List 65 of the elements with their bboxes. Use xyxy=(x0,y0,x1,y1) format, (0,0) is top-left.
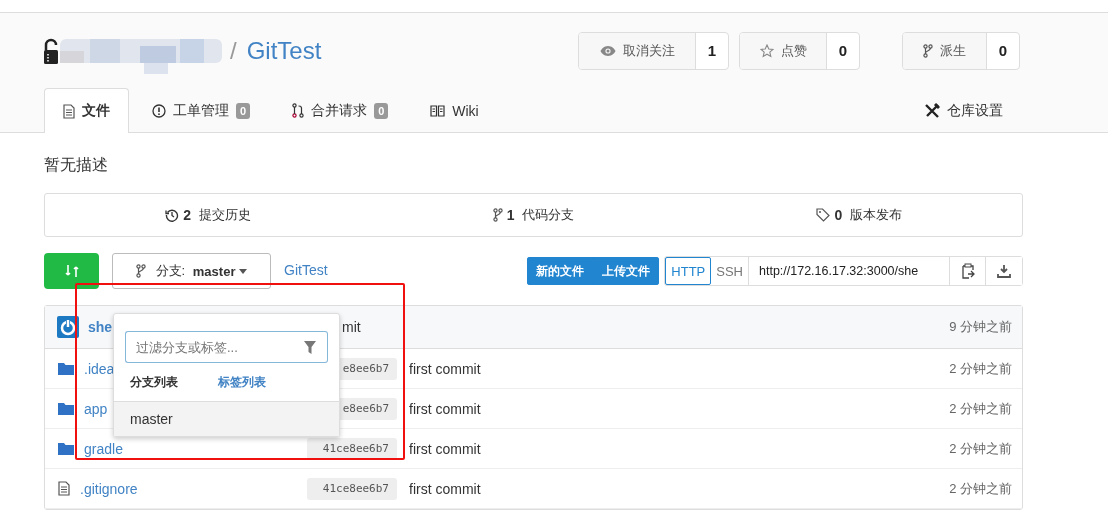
count-link[interactable]: 0 xyxy=(827,32,859,69)
commit-message: first commit xyxy=(409,480,481,497)
count-badge: 0 xyxy=(374,102,389,119)
star-icon xyxy=(759,43,774,58)
commit-time: 2 分钟之前 xyxy=(949,439,1012,458)
count-link[interactable]: 0 xyxy=(987,32,1019,69)
pull-request-icon xyxy=(292,103,305,118)
commit-time: 2 分钟之前 xyxy=(949,359,1012,378)
watch-button[interactable]: 取消关注 xyxy=(579,32,696,69)
repo-tab[interactable]: 文件 xyxy=(44,88,129,133)
dropdown-tab[interactable]: 分支列表 xyxy=(130,373,178,391)
branch-icon xyxy=(923,43,933,58)
issue-icon xyxy=(152,103,166,118)
lock-icon xyxy=(44,37,58,64)
eye-icon xyxy=(599,44,616,57)
tools-icon xyxy=(924,102,940,119)
count-link[interactable]: 1 xyxy=(696,32,728,69)
path-separator: / xyxy=(230,36,237,65)
file-icon xyxy=(58,481,70,496)
commit-sha-link[interactable]: 41ce8ee6b7 xyxy=(307,437,397,460)
protocol-button[interactable]: HTTP xyxy=(665,257,712,285)
commit-sha-link[interactable]: 41ce8ee6b7 xyxy=(307,477,397,500)
commit-time: 9 分钟之前 xyxy=(949,318,1012,336)
file-name-link[interactable]: app xyxy=(84,400,108,417)
branch-item[interactable]: master xyxy=(114,402,339,436)
folder-icon xyxy=(58,402,74,415)
branch-icon xyxy=(135,264,146,278)
settings-tab[interactable]: 仓库设置 xyxy=(905,88,1022,132)
repo-name-link[interactable]: GitTest xyxy=(246,36,322,65)
caret-icon xyxy=(239,268,248,274)
file-name-link[interactable]: gradle xyxy=(84,440,123,457)
book-icon xyxy=(430,104,446,117)
branch-select-button[interactable]: 分支: master xyxy=(112,253,271,289)
history-icon xyxy=(165,208,180,222)
stat-link[interactable]: 2 提交历史 xyxy=(45,206,371,224)
star-button[interactable]: 点赞 xyxy=(740,32,827,69)
commit-time: 2 分钟之前 xyxy=(949,399,1012,418)
file-name-link[interactable]: .gitignore xyxy=(80,480,138,497)
file-name-link[interactable]: .idea xyxy=(84,360,115,377)
folder-icon xyxy=(58,362,74,375)
commit-time: 2 分钟之前 xyxy=(949,479,1012,498)
file-icon xyxy=(63,103,75,119)
commit-message: mit xyxy=(342,319,361,335)
avatar-icon xyxy=(57,316,79,338)
compare-button[interactable] xyxy=(44,253,99,289)
fork-button[interactable]: 派生 xyxy=(903,32,987,69)
repo-tab[interactable]: 工单管理 0 xyxy=(133,88,270,132)
stat-link[interactable]: 0 版本发布 xyxy=(696,206,1022,224)
download-icon xyxy=(997,264,1011,278)
branch-icon xyxy=(492,208,503,222)
dropdown-tab[interactable]: 标签列表 xyxy=(218,373,266,391)
folder-icon xyxy=(58,442,74,455)
commit-message: first commit xyxy=(409,360,481,377)
stat-link[interactable]: 1 代码分支 xyxy=(370,206,697,224)
repo-tab[interactable]: Wiki xyxy=(411,88,498,132)
tag-icon xyxy=(816,208,831,222)
count-badge: 0 xyxy=(236,102,251,119)
commit-message: first commit xyxy=(409,400,481,417)
repo-path-link[interactable]: GitTest xyxy=(284,262,328,278)
compare-icon xyxy=(64,263,79,279)
repo-description: 暂无描述 xyxy=(44,155,109,175)
clipboard-icon xyxy=(960,263,975,279)
repo-tab[interactable]: 合并请求 0 xyxy=(273,88,408,132)
commit-message: first commit xyxy=(409,440,481,457)
commit-author-link[interactable]: she xyxy=(88,319,113,335)
